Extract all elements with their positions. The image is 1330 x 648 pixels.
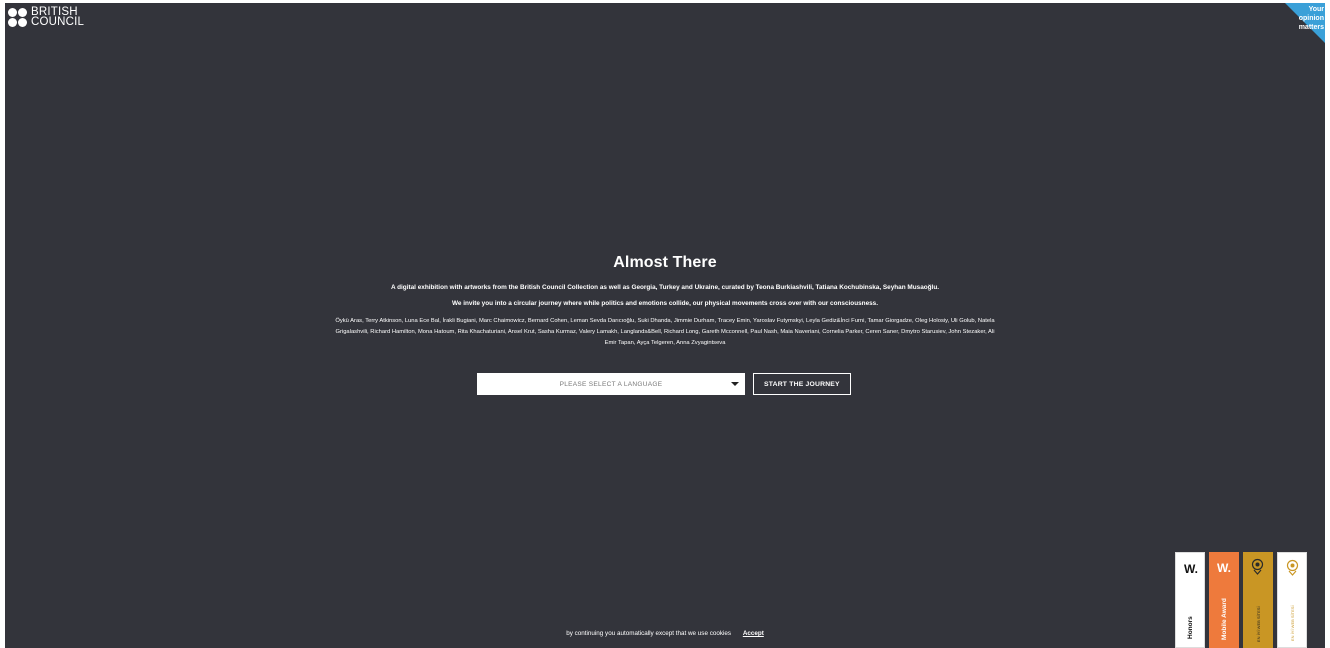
- award-honors-logo: W.: [1184, 562, 1198, 576]
- feedback-line-2: opinion: [1298, 15, 1324, 22]
- journey-controls: PLEASE SELECT A LANGUAGE START THE JOURN…: [477, 373, 851, 395]
- language-select-label: PLEASE SELECT A LANGUAGE: [559, 380, 663, 388]
- language-select[interactable]: PLEASE SELECT A LANGUAGE: [477, 373, 745, 395]
- feedback-line-1: Your: [1308, 6, 1324, 13]
- award-gold-label: EN İYİ WEB SİTESİ: [1256, 606, 1261, 642]
- artist-list: Öykü Aras, Terry Atkinson, Luna Ece Bal,…: [335, 318, 995, 346]
- award-honors-label: Honors: [1187, 616, 1194, 639]
- start-journey-button[interactable]: START THE JOURNEY: [753, 373, 851, 395]
- awards-strip: W. Honors W. Mobile Award EN İYİ WEB SİT…: [1175, 552, 1307, 648]
- award-light-label: EN İYİ WEB SİTESİ: [1290, 605, 1295, 641]
- feedback-line-3: matters: [1298, 24, 1324, 31]
- feedback-corner-button[interactable]: Your opinion matters: [1285, 3, 1325, 43]
- exhibition-description: A digital exhibition with artworks from …: [390, 284, 940, 291]
- feedback-label: Your opinion matters: [1294, 5, 1324, 32]
- british-council-logo[interactable]: BRITISH COUNCIL: [8, 6, 85, 28]
- award-medal-icon: [1286, 559, 1299, 576]
- page-title: Almost There: [613, 254, 717, 271]
- intro-section: Almost There A digital exhibition with a…: [5, 253, 1325, 349]
- caret-down-icon: [731, 382, 739, 386]
- award-mobile-logo: W.: [1217, 561, 1231, 575]
- cookie-notice: by continuing you automatically except t…: [5, 630, 1325, 637]
- cookie-text: by continuing you automatically except t…: [566, 630, 732, 637]
- award-honors-badge[interactable]: W. Honors: [1175, 552, 1205, 648]
- award-mobile-badge[interactable]: W. Mobile Award: [1209, 552, 1239, 648]
- award-gold-badge[interactable]: EN İYİ WEB SİTESİ: [1243, 552, 1273, 648]
- logo-line-2: COUNCIL: [31, 16, 85, 28]
- logo-text: BRITISH COUNCIL: [31, 6, 85, 28]
- award-light-badge[interactable]: EN İYİ WEB SİTESİ: [1277, 552, 1307, 648]
- page-background: BRITISH COUNCIL Your opinion matters Alm…: [5, 3, 1325, 648]
- award-mobile-label: Mobile Award: [1221, 598, 1228, 640]
- logo-dots-icon: [8, 7, 27, 27]
- accept-cookies-link[interactable]: Accept: [743, 630, 764, 637]
- invitation-text: We invite you into a circular journey wh…: [451, 300, 879, 307]
- award-medal-icon: [1251, 558, 1264, 575]
